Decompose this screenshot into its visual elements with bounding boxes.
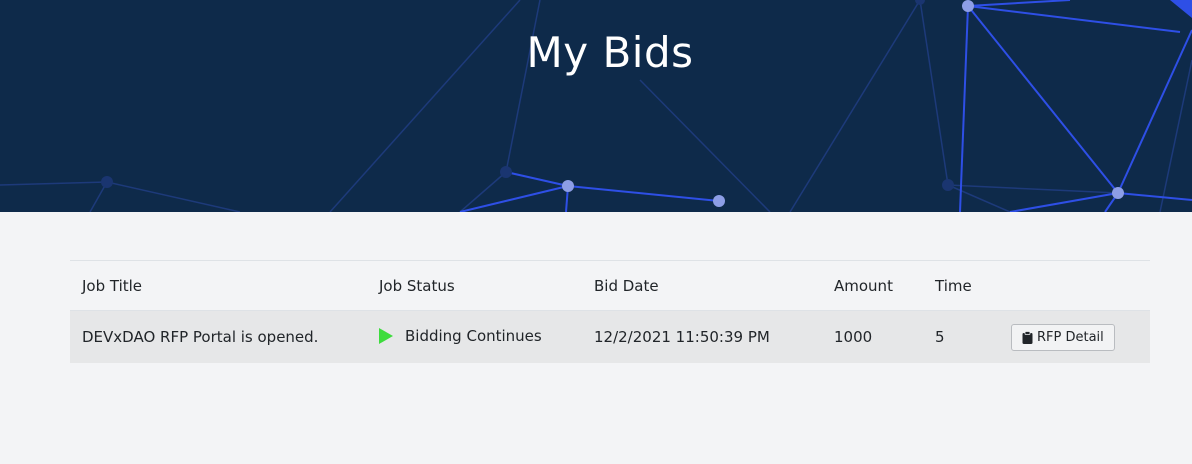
table-row: DEVxDAO RFP Portal is opened. Bidding Co… bbox=[70, 310, 1150, 363]
column-header-bid-date: Bid Date bbox=[582, 260, 822, 311]
column-header-time: Time bbox=[923, 260, 996, 311]
column-header-amount: Amount bbox=[822, 260, 923, 311]
page-header-banner: My Bids bbox=[0, 0, 1192, 212]
column-header-actions bbox=[996, 260, 1150, 311]
column-header-job-title: Job Title bbox=[70, 260, 367, 311]
column-header-job-status: Job Status bbox=[367, 260, 582, 311]
status-indicator: Bidding Continues bbox=[379, 327, 542, 345]
bids-section: Job Title Job Status Bid Date Amount Tim… bbox=[70, 260, 1150, 363]
actions-cell: RFP Detail bbox=[996, 310, 1150, 363]
job-status-cell: Bidding Continues bbox=[367, 310, 582, 363]
bid-date-cell: 12/2/2021 11:50:39 PM bbox=[582, 310, 822, 363]
time-cell: 5 bbox=[923, 310, 996, 363]
clipboard-icon bbox=[1022, 330, 1033, 344]
table-header-row: Job Title Job Status Bid Date Amount Tim… bbox=[70, 260, 1150, 311]
job-status-label: Bidding Continues bbox=[405, 326, 542, 345]
page-title: My Bids bbox=[526, 28, 694, 77]
job-title-cell: DEVxDAO RFP Portal is opened. bbox=[70, 310, 367, 363]
bids-table: Job Title Job Status Bid Date Amount Tim… bbox=[70, 260, 1150, 363]
rfp-detail-button-label: RFP Detail bbox=[1037, 329, 1104, 345]
amount-cell: 1000 bbox=[822, 310, 923, 363]
rfp-detail-button[interactable]: RFP Detail bbox=[1011, 323, 1115, 351]
play-icon bbox=[379, 327, 393, 344]
